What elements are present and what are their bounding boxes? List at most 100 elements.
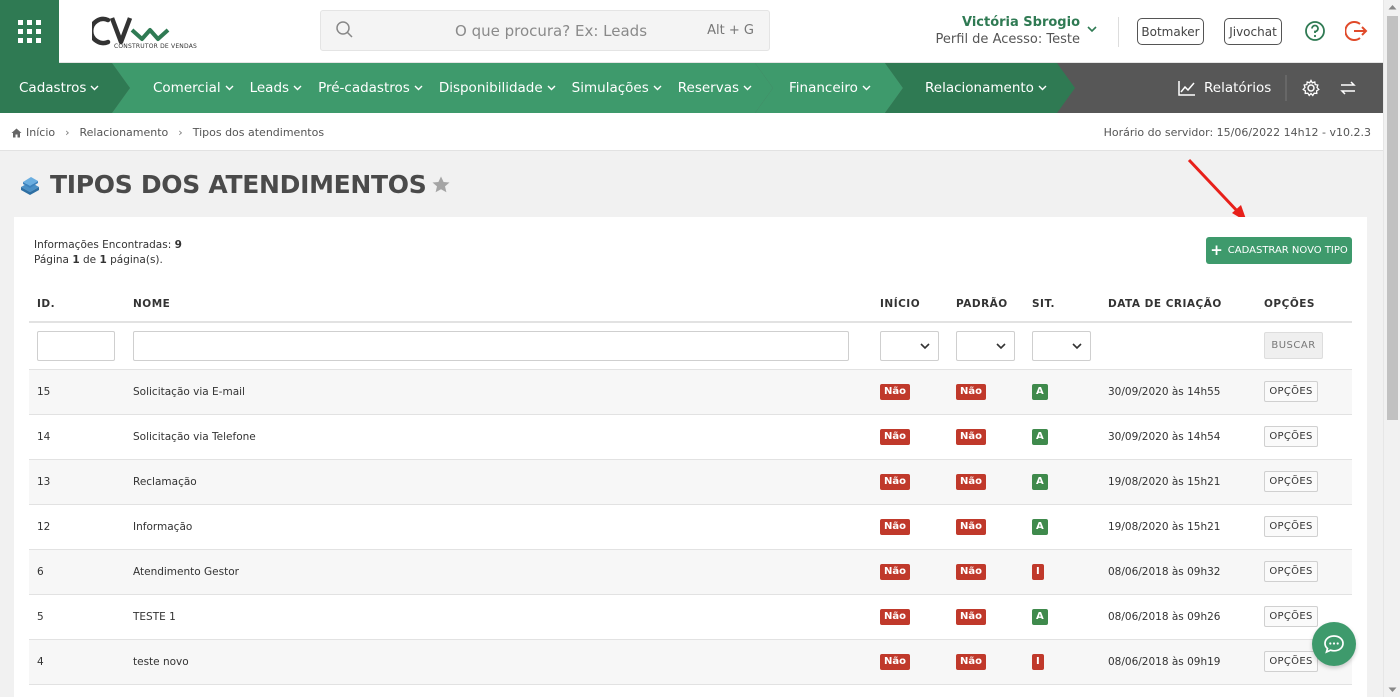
info-found-label: Informações Encontradas:	[34, 239, 172, 251]
cell-id: 5	[29, 594, 125, 640]
filter-id-input[interactable]	[37, 330, 115, 361]
col-header-nome[interactable]: NOME	[125, 287, 872, 323]
nav-item-disponibilidade[interactable]: Disponibilidade	[439, 80, 556, 96]
logo-subtitle: CONSTRUTOR DE VENDAS	[114, 43, 198, 50]
padrao-badge: Não	[956, 473, 986, 490]
cell-date: 30/09/2020 às 14h54	[1100, 414, 1256, 460]
status-badge: A	[1032, 383, 1048, 400]
chevron-down-icon	[653, 85, 662, 91]
options-button[interactable]: OPÇÕES	[1264, 651, 1318, 672]
col-header-id[interactable]: ID.	[29, 287, 125, 323]
chat-button[interactable]	[1312, 622, 1356, 666]
breadcrumb-separator: ›	[178, 126, 183, 139]
reports-link[interactable]: Relatórios	[1178, 63, 1271, 113]
table-row: 12 Informação Não Não A 19/08/2020 às 15…	[29, 504, 1352, 550]
search-shortcut: Alt + G	[707, 23, 754, 38]
page-title: TIPOS DOS ATENDIMENTOS	[50, 170, 427, 199]
inicio-badge: Não	[880, 608, 910, 625]
help-icon[interactable]	[1304, 20, 1326, 42]
options-button[interactable]: OPÇÕES	[1264, 426, 1318, 447]
options-button[interactable]: OPÇÕES	[1264, 561, 1318, 582]
chevron-down-icon	[920, 343, 930, 349]
chevron-down-icon	[414, 85, 423, 91]
col-header-padrao[interactable]: PADRÃO	[948, 287, 1024, 323]
jivochat-button[interactable]: Jivochat	[1224, 18, 1282, 45]
user-profile: Perfil de Acesso: Teste	[935, 32, 1080, 47]
filter-sit-select[interactable]	[1032, 330, 1091, 361]
nav-label: Relacionamento	[925, 80, 1034, 96]
breadcrumb-home[interactable]: Início	[26, 126, 55, 139]
chevron-down-icon	[862, 85, 871, 91]
info-found-value: 9	[174, 239, 182, 251]
table-row: 5 TESTE 1 Não Não A 08/06/2018 às 09h26 …	[29, 594, 1352, 640]
nav-item-relacionamento[interactable]: Relacionamento	[925, 80, 1047, 96]
padrao-badge: Não	[956, 518, 986, 535]
nav-item-cadastros[interactable]: Cadastros	[19, 80, 99, 96]
chevron-down-icon	[90, 85, 99, 91]
chevron-down-icon	[743, 85, 752, 91]
page-total: 1	[99, 254, 107, 266]
search-placeholder: O que procura? Ex: Leads	[455, 22, 648, 40]
filter-row: BUSCAR	[29, 322, 1352, 370]
table-row: 6 Atendimento Gestor Não Não I 08/06/201…	[29, 549, 1352, 595]
breadcrumb-current: Tipos dos atendimentos	[192, 126, 325, 139]
cell-name: TESTE 1	[125, 594, 872, 640]
col-header-inicio[interactable]: INÍCIO	[872, 287, 948, 323]
server-time: Horário do servidor: 15/06/2022 14h12 - …	[1103, 126, 1371, 139]
swap-icon[interactable]	[1340, 81, 1356, 95]
nav-label: Pré-cadastros	[318, 80, 410, 96]
options-button[interactable]: OPÇÕES	[1264, 471, 1318, 492]
cell-name: teste novo	[125, 639, 872, 685]
padrao-badge: Não	[956, 653, 986, 670]
add-type-button[interactable]: + CADASTRAR NOVO TIPO	[1206, 237, 1352, 264]
scroll-up-icon[interactable]	[1388, 4, 1397, 10]
nav-item-simulacoes[interactable]: Simulações	[572, 80, 662, 96]
status-badge: I	[1032, 653, 1044, 670]
search-button[interactable]: BUSCAR	[1264, 332, 1323, 360]
scroll-down-icon[interactable]	[1388, 687, 1397, 693]
star-icon[interactable]	[432, 176, 450, 193]
status-badge: A	[1032, 518, 1048, 535]
gear-icon[interactable]	[1302, 79, 1320, 97]
table-row: 15 Solicitação via E-mail Não Não A 30/0…	[29, 369, 1352, 415]
chevron-down-icon[interactable]	[1086, 24, 1098, 34]
botmaker-button[interactable]: Botmaker	[1137, 18, 1204, 45]
options-button[interactable]: OPÇÕES	[1264, 516, 1318, 537]
padrao-badge: Não	[956, 563, 986, 580]
cell-id: 14	[29, 414, 125, 460]
nav-item-reservas[interactable]: Reservas	[678, 80, 752, 96]
cell-date: 08/06/2018 às 09h19	[1100, 639, 1256, 685]
nav-item-financeiro[interactable]: Financeiro	[789, 80, 871, 96]
options-button[interactable]: OPÇÕES	[1264, 381, 1318, 402]
col-header-date[interactable]: DATA DE CRIAÇÃO	[1100, 287, 1256, 323]
cell-date: 30/09/2020 às 14h55	[1100, 369, 1256, 415]
filter-name-input[interactable]	[133, 330, 849, 361]
padrao-badge: Não	[956, 383, 986, 400]
cell-name: Reclamação	[125, 459, 872, 505]
col-header-sit[interactable]: SIT.	[1024, 287, 1100, 323]
chevron-down-icon	[225, 85, 234, 91]
filter-padrao-select[interactable]	[956, 330, 1015, 361]
nav-item-comercial[interactable]: Comercial	[153, 80, 234, 96]
page-header: TIPOS DOS ATENDIMENTOS	[18, 170, 450, 199]
breadcrumb-relacionamento[interactable]: Relacionamento	[80, 126, 169, 139]
page-scrollbar[interactable]	[1383, 0, 1400, 697]
nav-item-leads[interactable]: Leads	[250, 80, 302, 96]
search-bar[interactable]: O que procura? Ex: Leads Alt + G	[320, 10, 770, 51]
table-header: ID. NOME INÍCIO PADRÃO SIT. DATA DE CRIA…	[29, 287, 1352, 323]
user-menu[interactable]: Victória Sbrogio Perfil de Acesso: Teste	[900, 15, 1080, 47]
apps-menu-button[interactable]	[0, 0, 59, 63]
filter-inicio-select[interactable]	[880, 330, 939, 361]
logout-icon[interactable]	[1345, 19, 1369, 43]
reports-label: Relatórios	[1204, 80, 1272, 96]
options-button[interactable]: OPÇÕES	[1264, 606, 1318, 627]
padrao-badge: Não	[956, 428, 986, 445]
inicio-badge: Não	[880, 653, 910, 670]
cell-name: Solicitação via Telefone	[125, 414, 872, 460]
nav-item-pre-cadastros[interactable]: Pré-cadastros	[318, 80, 423, 96]
search-icon	[336, 21, 353, 38]
chevron-down-icon	[1038, 85, 1047, 91]
scroll-thumb[interactable]	[1387, 16, 1398, 420]
inicio-badge: Não	[880, 383, 910, 400]
cell-name: Atendimento Gestor	[125, 549, 872, 595]
